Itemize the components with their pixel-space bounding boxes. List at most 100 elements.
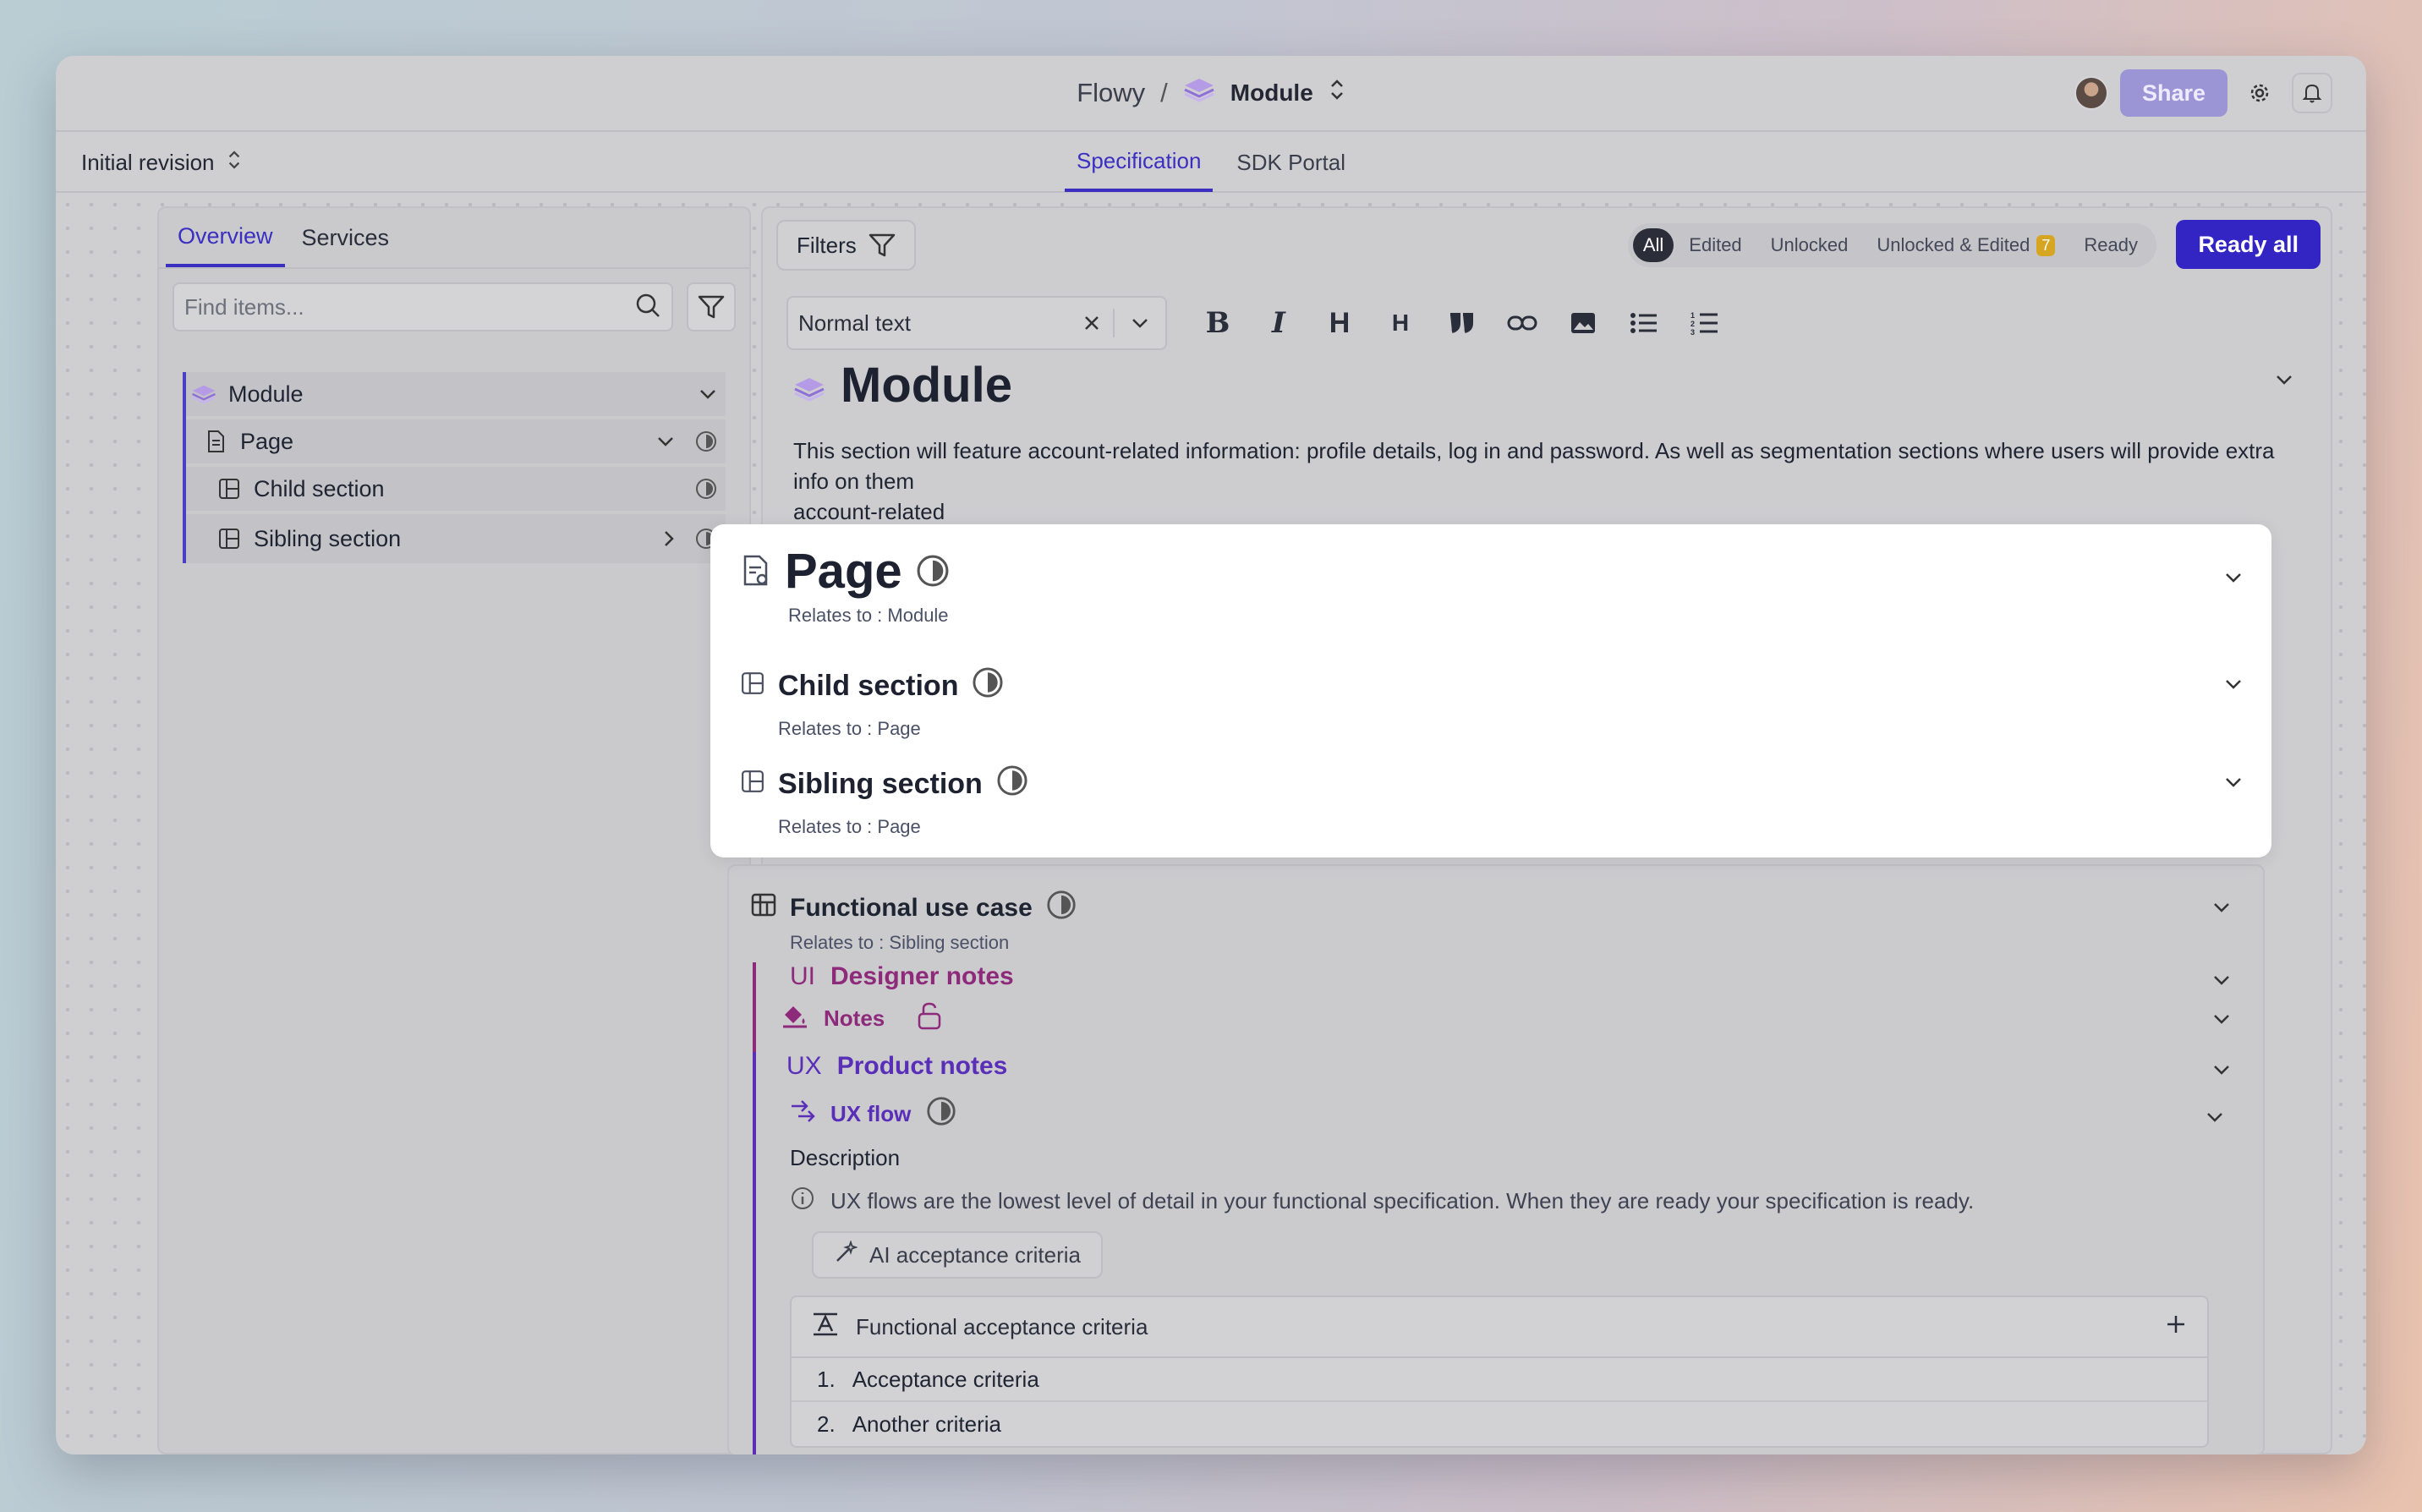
- chevron-down-icon[interactable]: [2224, 776, 2243, 792]
- tree-item-label: Sibling section: [254, 525, 402, 551]
- flow-arrow-icon: [790, 1099, 815, 1129]
- notes-row[interactable]: Notes: [781, 1001, 2233, 1036]
- chevron-down-icon[interactable]: [2212, 1064, 2231, 1080]
- chevron-down-icon[interactable]: [2224, 572, 2243, 588]
- bell-icon[interactable]: [2292, 73, 2332, 113]
- link-icon[interactable]: [1492, 296, 1553, 350]
- image-icon[interactable]: [1553, 296, 1614, 350]
- ai-acceptance-criteria-button[interactable]: AI acceptance criteria: [812, 1231, 1104, 1279]
- chevron-down-icon[interactable]: [2275, 374, 2293, 390]
- tree-item-child-section[interactable]: Child section: [186, 467, 726, 511]
- chevron-right-icon[interactable]: [663, 529, 675, 548]
- half-circle-status-icon: [696, 479, 716, 499]
- tree-item-sibling-section[interactable]: Sibling section: [186, 514, 726, 563]
- sidebar: Overview Services Module: [157, 206, 751, 1454]
- status-filter-unlocked[interactable]: Unlocked: [1757, 228, 1862, 262]
- numbered-list-icon[interactable]: 123: [1674, 296, 1735, 350]
- tree-item-page[interactable]: Page: [186, 419, 726, 463]
- card-title: Child section: [778, 670, 959, 702]
- module-description-text: This section will feature account-relate…: [793, 438, 2275, 494]
- heading2-icon[interactable]: H: [1370, 296, 1431, 350]
- share-button[interactable]: Share: [2119, 69, 2227, 117]
- breadcrumb: Flowy / Module: [1077, 77, 1345, 109]
- module-icon: [1183, 77, 1215, 109]
- product-notes-row[interactable]: UX Product notes: [786, 1052, 2233, 1081]
- card-title: Page: [785, 544, 902, 599]
- chevron-down-icon[interactable]: [2212, 901, 2231, 918]
- criteria-number: 2.: [817, 1411, 836, 1437]
- acceptance-criteria-title: Functional acceptance criteria: [856, 1313, 1148, 1339]
- chevron-down-icon[interactable]: [2212, 1013, 2231, 1029]
- text-style-select[interactable]: Normal text: [786, 296, 1167, 350]
- designer-notes-row[interactable]: UI Designer notes: [790, 962, 2233, 991]
- ai-row: AI acceptance criteria: [812, 1231, 2233, 1279]
- status-filter-all[interactable]: All: [1632, 228, 1674, 262]
- module-icon: [191, 384, 216, 404]
- info-text: UX flows are the lowest level of detail …: [830, 1188, 1975, 1213]
- tree-item-module[interactable]: Module: [186, 372, 726, 416]
- tab-specification[interactable]: Specification: [1064, 133, 1214, 192]
- avatar[interactable]: [2074, 76, 2108, 110]
- clear-icon[interactable]: [1071, 309, 1115, 337]
- plus-icon[interactable]: [2165, 1313, 2187, 1341]
- card-title-row: Sibling section: [741, 764, 2246, 804]
- status-filter-unlocked-edited[interactable]: Unlocked & Edited 7: [1863, 228, 2069, 262]
- chevron-down-icon[interactable]: [699, 388, 717, 400]
- list-item[interactable]: 2. Another criteria: [792, 1402, 2207, 1446]
- text-style-icon: [812, 1312, 839, 1343]
- ready-all-button[interactable]: Ready all: [2176, 220, 2321, 269]
- chevron-down-icon[interactable]: [2206, 1111, 2224, 1127]
- half-circle-status-icon: [916, 543, 950, 600]
- unlock-icon[interactable]: [917, 1001, 942, 1036]
- module-section: Module This section will feature account…: [793, 357, 2305, 527]
- bold-icon[interactable]: B: [1187, 296, 1248, 350]
- quote-icon[interactable]: [1431, 296, 1492, 350]
- list-item[interactable]: 1. Acceptance criteria: [792, 1358, 2207, 1402]
- search-input[interactable]: [184, 293, 556, 320]
- breadcrumb-current[interactable]: Module: [1230, 79, 1313, 107]
- tab-sdk-portal[interactable]: SDK Portal: [1225, 133, 1357, 192]
- card-page[interactable]: Page Relates to : Module: [741, 543, 2246, 627]
- card-relates: Relates to : Module: [788, 605, 949, 626]
- module-heading: Module: [793, 357, 2305, 414]
- tree-item-label: Page: [240, 428, 294, 454]
- functional-use-case: Functional use case Relates to : Sibling…: [727, 864, 2265, 1454]
- chevron-down-icon[interactable]: [2224, 678, 2243, 694]
- product-notes-block: UX Product notes UX flow Description UX …: [753, 1052, 2241, 1454]
- svg-text:3: 3: [1690, 328, 1695, 336]
- italic-icon[interactable]: I: [1248, 296, 1309, 350]
- page-icon: [203, 430, 228, 453]
- module-tag: account-related: [793, 499, 945, 524]
- chevron-updown-icon[interactable]: [1329, 78, 1345, 108]
- tab-overview[interactable]: Overview: [166, 208, 285, 267]
- search-icon[interactable]: [634, 292, 661, 323]
- bullet-list-icon[interactable]: [1614, 296, 1674, 350]
- module-description[interactable]: This section will feature account-relate…: [793, 436, 2305, 527]
- revision-label: Initial revision: [81, 150, 215, 175]
- heading1-icon[interactable]: H: [1309, 296, 1370, 350]
- status-filter-ready[interactable]: Ready: [2070, 228, 2151, 262]
- card-child-section[interactable]: Child section Relates to : Page: [741, 666, 2246, 740]
- half-circle-status-icon: [926, 1096, 956, 1132]
- status-filter-edited[interactable]: Edited: [1675, 228, 1755, 262]
- filters-label: Filters: [797, 232, 857, 258]
- ux-flow-row[interactable]: UX flow: [790, 1096, 2233, 1132]
- criteria-number: 1.: [817, 1366, 836, 1392]
- chevron-down-icon[interactable]: [2212, 974, 2231, 990]
- sidebar-filter-button[interactable]: [687, 282, 736, 331]
- settings-icon[interactable]: [2239, 73, 2280, 113]
- card-sibling-section[interactable]: Sibling section Relates to : Page: [741, 764, 2246, 838]
- tab-services[interactable]: Services: [290, 208, 402, 267]
- chevron-down-icon[interactable]: [656, 436, 675, 447]
- chevron-down-icon[interactable]: [1115, 317, 1165, 329]
- half-circle-status-icon: [972, 666, 1004, 706]
- editor-toolbar: Normal text B I H H 1 2 3: [786, 296, 1735, 350]
- acceptance-criteria-table: Functional acceptance criteria 1. Accept…: [790, 1296, 2209, 1448]
- revision-selector[interactable]: Initial revision: [81, 149, 242, 177]
- info-icon: [790, 1186, 815, 1217]
- filters-button[interactable]: Filters: [776, 220, 916, 271]
- sidebar-tree: Module Page Child section Sibling sectio…: [183, 372, 726, 563]
- breadcrumb-separator: /: [1160, 78, 1168, 107]
- breadcrumb-app[interactable]: Flowy: [1077, 78, 1145, 108]
- chevron-updown-icon: [227, 149, 242, 177]
